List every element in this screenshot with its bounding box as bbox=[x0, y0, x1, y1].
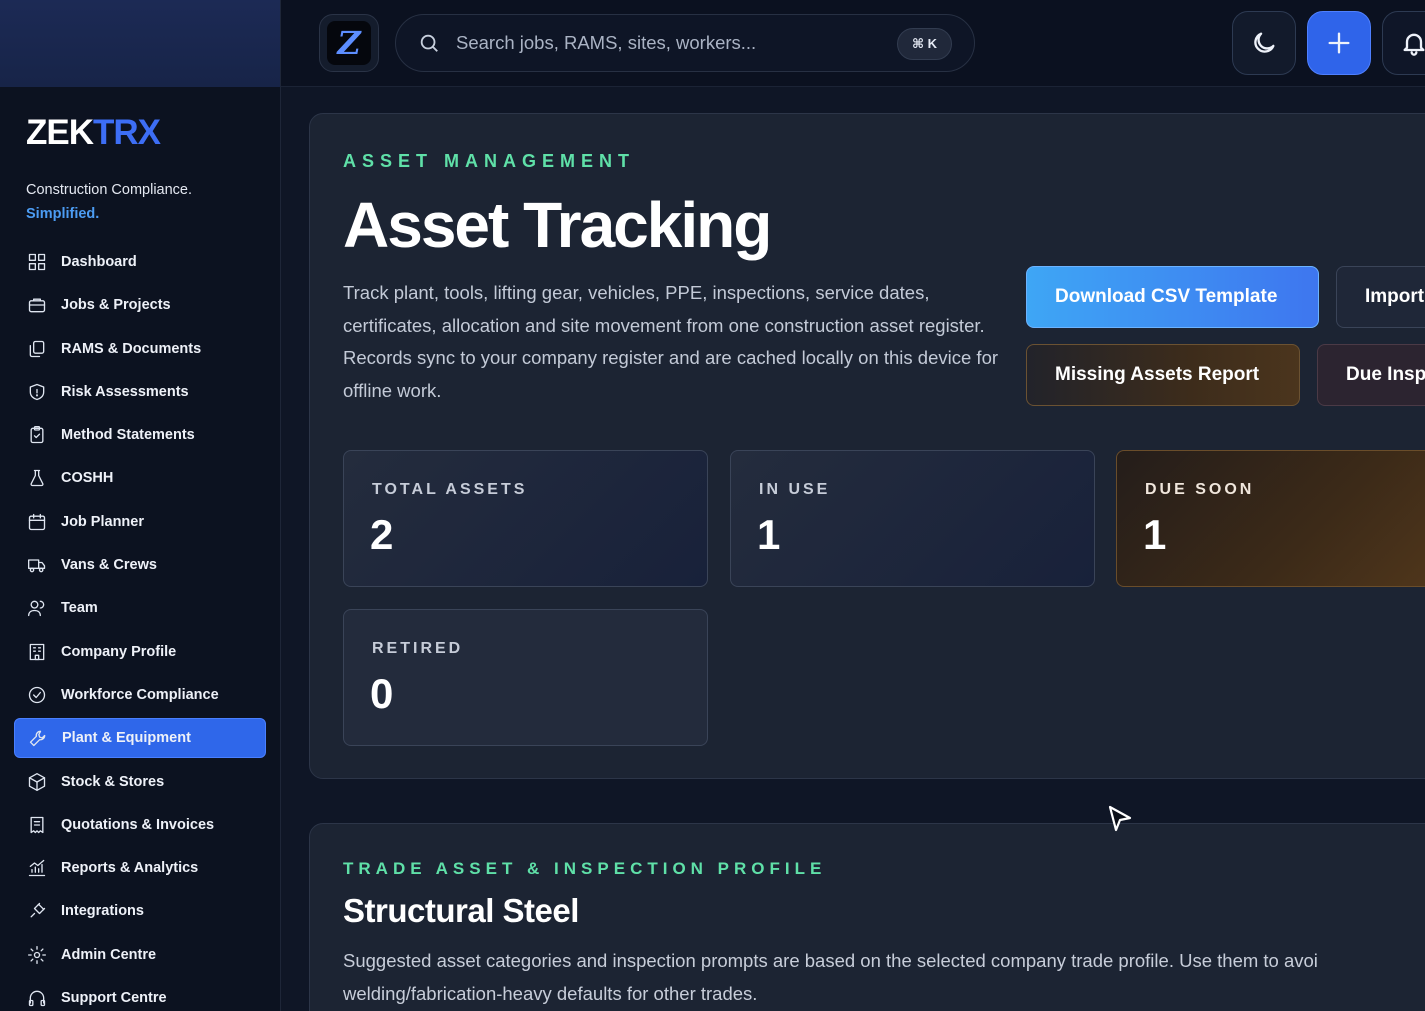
sidebar-item-label: Vans & Crews bbox=[61, 557, 157, 574]
documents-icon bbox=[26, 338, 48, 360]
calendar-icon bbox=[26, 511, 48, 533]
page-title: Asset Tracking bbox=[343, 189, 772, 261]
clipboard-check-icon bbox=[26, 424, 48, 446]
missing-assets-report-button[interactable]: Missing Assets Report bbox=[1026, 344, 1300, 406]
dashboard-icon bbox=[26, 251, 48, 273]
stat-value: 1 bbox=[757, 511, 781, 558]
sidebar-item-label: Stock & Stores bbox=[61, 773, 165, 790]
sidebar-item-label: Job Planner bbox=[61, 513, 144, 530]
stat-label: IN USE bbox=[759, 481, 831, 498]
app-logo-icon: Z bbox=[327, 21, 371, 65]
page-description: Track plant, tools, lifting gear, vehicl… bbox=[343, 282, 999, 401]
stat-value: 2 bbox=[370, 511, 394, 558]
profile-description: Suggested asset categories and inspectio… bbox=[343, 950, 1318, 1004]
sidebar-item-label: Plant & Equipment bbox=[62, 730, 191, 747]
sidebar-item-label: Risk Assessments bbox=[61, 383, 189, 400]
sidebar-item-method-statements[interactable]: Method Statements bbox=[14, 415, 266, 455]
search-placeholder: Search jobs, RAMS, sites, workers... bbox=[456, 32, 757, 53]
brand-logo[interactable]: ZEKTRX bbox=[26, 113, 161, 153]
theme-toggle-button[interactable] bbox=[1232, 11, 1296, 75]
sidebar-item-label: Jobs & Projects bbox=[61, 297, 171, 314]
sidebar-item-label: Company Profile bbox=[61, 643, 177, 660]
sidebar-item-label: Workforce Compliance bbox=[61, 686, 219, 703]
users-icon bbox=[26, 597, 48, 619]
package-icon bbox=[26, 771, 48, 793]
stat-label: RETIRED bbox=[372, 640, 464, 657]
sidebar-item-coshh[interactable]: COSHH bbox=[14, 458, 266, 498]
moon-icon bbox=[1254, 32, 1275, 53]
bell-icon bbox=[1403, 33, 1425, 56]
top-bar: Z Search jobs, RAMS, sites, workers... ⌘… bbox=[281, 0, 1425, 87]
stat-value: 0 bbox=[370, 670, 394, 717]
truck-icon bbox=[26, 554, 48, 576]
sidebar-item-integrations[interactable]: Integrations bbox=[14, 891, 266, 931]
sidebar-item-label: Dashboard bbox=[61, 254, 137, 270]
search-shortcut-badge: ⌘ K bbox=[896, 28, 952, 60]
mouse-cursor-icon bbox=[1108, 805, 1132, 832]
receipt-icon bbox=[26, 814, 48, 836]
sidebar-item-label: Integrations bbox=[61, 903, 144, 920]
gear-icon bbox=[26, 944, 48, 966]
wrench-icon bbox=[27, 727, 49, 749]
sidebar-item-label: Quotations & Invoices bbox=[61, 816, 215, 833]
stat-card-total-assets[interactable]: TOTAL ASSETS 2 bbox=[343, 450, 708, 587]
stat-value: 1 bbox=[1143, 511, 1167, 558]
sidebar-item-plant-and-equipment[interactable]: Plant & Equipment bbox=[14, 718, 266, 759]
sidebar-item-rams-and-documents[interactable]: RAMS & Documents bbox=[14, 329, 266, 369]
sidebar-item-jobs-and-projects[interactable]: Jobs & Projects bbox=[14, 285, 266, 325]
sidebar-item-vans-and-crews[interactable]: Vans & Crews bbox=[14, 545, 266, 585]
plug-icon bbox=[26, 900, 48, 922]
sidebar-item-job-planner[interactable]: Job Planner bbox=[14, 502, 266, 542]
add-new-button[interactable] bbox=[1307, 11, 1371, 75]
brand-tagline: Construction Compliance. Simplified. bbox=[26, 182, 193, 222]
notifications-button[interactable] bbox=[1382, 11, 1425, 75]
section-eyebrow: ASSET MANAGEMENT bbox=[343, 151, 636, 171]
sidebar-item-stock-and-stores[interactable]: Stock & Stores bbox=[14, 762, 266, 802]
sidebar-item-label: Reports & Analytics bbox=[61, 860, 199, 877]
sidebar: ZEKTRX Construction Compliance. Simplifi… bbox=[0, 0, 281, 1011]
plus-icon bbox=[1328, 32, 1350, 54]
sidebar-item-label: Admin Centre bbox=[61, 946, 157, 963]
app-switcher-button[interactable]: Z bbox=[319, 14, 379, 72]
briefcase-icon bbox=[26, 294, 48, 316]
profile-title: Structural Steel bbox=[343, 892, 579, 929]
stat-label: TOTAL ASSETS bbox=[372, 481, 528, 498]
trade-profile-card: TRADE ASSET & INSPECTION PROFILE Structu… bbox=[309, 823, 1425, 1011]
headphones-icon bbox=[26, 987, 48, 1009]
sidebar-item-team[interactable]: Team bbox=[14, 588, 266, 628]
stat-card-due-soon[interactable]: DUE SOON 1 bbox=[1116, 450, 1425, 587]
search-input[interactable]: Search jobs, RAMS, sites, workers... ⌘ K bbox=[395, 14, 975, 72]
sidebar-item-admin-centre[interactable]: Admin Centre bbox=[14, 935, 266, 975]
sidebar-item-label: Team bbox=[61, 600, 98, 617]
sidebar-item-label: COSHH bbox=[61, 470, 114, 487]
sidebar-item-support-centre[interactable]: Support Centre bbox=[14, 978, 266, 1011]
building-icon bbox=[26, 641, 48, 663]
due-inspections-button[interactable]: Due Insp bbox=[1317, 344, 1425, 406]
sidebar-item-label: Method Statements bbox=[61, 427, 195, 444]
search-icon bbox=[420, 34, 438, 52]
sidebar-header bbox=[0, 0, 280, 87]
chart-icon bbox=[26, 857, 48, 879]
import-button[interactable]: Import bbox=[1336, 266, 1425, 328]
sidebar-item-dashboard[interactable]: Dashboard bbox=[14, 242, 266, 282]
sidebar-item-company-profile[interactable]: Company Profile bbox=[14, 632, 266, 672]
sidebar-item-workforce-compliance[interactable]: Workforce Compliance bbox=[14, 675, 266, 715]
sidebar-item-label: Support Centre bbox=[61, 990, 167, 1007]
stat-label: DUE SOON bbox=[1145, 481, 1255, 498]
flask-icon bbox=[26, 467, 48, 489]
sidebar-item-quotations-and-invoices[interactable]: Quotations & Invoices bbox=[14, 805, 266, 845]
sidebar-nav: Dashboard Jobs & Projects RAMS & Documents… bbox=[14, 242, 266, 1011]
stat-card-retired[interactable]: RETIRED 0 bbox=[343, 609, 708, 746]
check-circle-icon bbox=[26, 684, 48, 706]
section-eyebrow: TRADE ASSET & INSPECTION PROFILE bbox=[343, 859, 827, 878]
sidebar-item-reports-and-analytics[interactable]: Reports & Analytics bbox=[14, 848, 266, 888]
sidebar-item-risk-assessments[interactable]: Risk Assessments bbox=[14, 372, 266, 412]
sidebar-item-label: RAMS & Documents bbox=[61, 340, 202, 357]
download-csv-template-button[interactable]: Download CSV Template bbox=[1026, 266, 1319, 328]
shield-icon bbox=[26, 381, 48, 403]
stat-card-in-use[interactable]: IN USE 1 bbox=[730, 450, 1095, 587]
asset-tracking-card: ASSET MANAGEMENT Asset Tracking Track pl… bbox=[309, 113, 1425, 779]
